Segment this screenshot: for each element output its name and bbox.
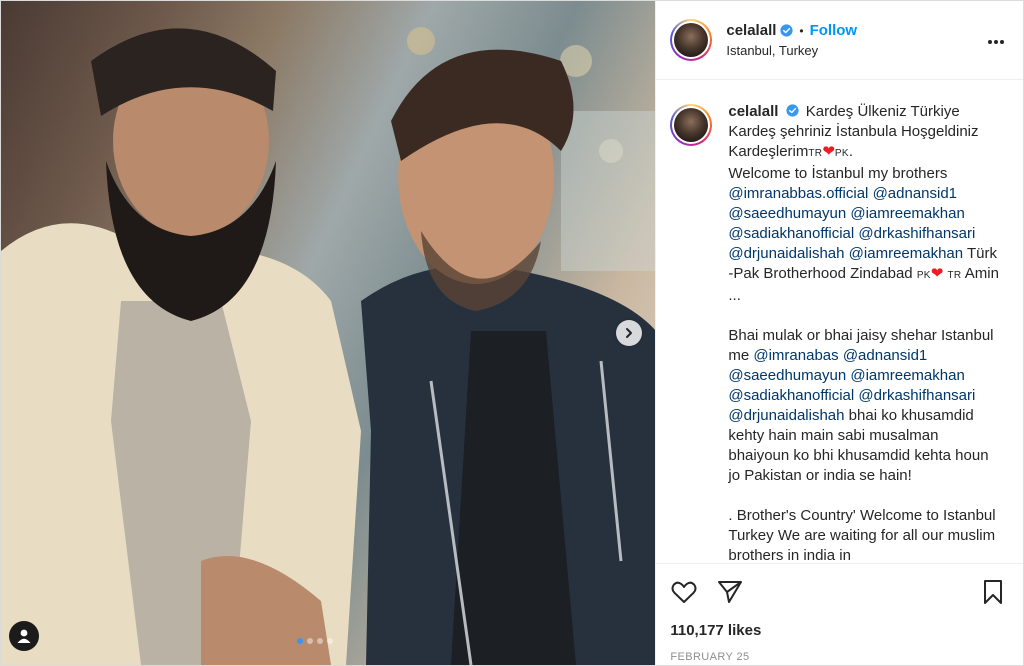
- verified-badge-icon: [785, 104, 799, 117]
- avatar[interactable]: [670, 19, 713, 62]
- carousel-indicator: [297, 638, 333, 644]
- caption-text-segment: . Brother's Country' Welcome to Istanbul…: [728, 507, 996, 563]
- caption-text-segment: Welcome to İstanbul my brothers: [728, 165, 948, 183]
- mention-link[interactable]: @sadiakhanofficial: [728, 387, 854, 404]
- comments-section[interactable]: celalall Kardeş Ülkeniz Türkiye Kardeş ş…: [656, 80, 1023, 563]
- likes-count[interactable]: 110,177 likes: [670, 622, 1007, 639]
- carousel-dot: [327, 638, 333, 644]
- share-paper-plane-icon[interactable]: [716, 578, 744, 606]
- mention-link[interactable]: @iamreemakhan: [849, 245, 963, 262]
- mention-link[interactable]: @drkashifhansari: [858, 225, 975, 242]
- next-photo-button[interactable]: [616, 320, 642, 346]
- chevron-right-icon: [626, 328, 632, 338]
- username-link[interactable]: celalall: [726, 22, 776, 39]
- mention-link[interactable]: @imranabas: [753, 347, 838, 364]
- mention-link[interactable]: @drjunaidalishah: [728, 407, 844, 424]
- mention-link[interactable]: @adnansid1: [843, 347, 927, 364]
- post-date[interactable]: FEBRUARY 25: [670, 651, 1007, 663]
- flag-emoji-icon: TR: [808, 148, 823, 160]
- action-bar: [670, 572, 1007, 612]
- mention-link[interactable]: @saeedhumayun: [728, 205, 846, 222]
- caption-username-link[interactable]: celalall: [728, 103, 778, 120]
- tagged-users-button[interactable]: [9, 621, 39, 651]
- post-header: celalall • Follow Istanbul, Turkey: [656, 1, 1023, 81]
- post-side-panel: celalall • Follow Istanbul, Turkey celal…: [655, 1, 1023, 665]
- flag-emoji-icon: PK: [834, 148, 849, 160]
- carousel-dot: [317, 638, 323, 644]
- mention-link[interactable]: @sadiakhanofficial: [728, 225, 854, 242]
- photo-scene: [1, 27, 656, 665]
- like-heart-icon[interactable]: [670, 578, 698, 606]
- mention-link[interactable]: @iamreemakhan: [850, 205, 964, 222]
- caption-content: Kardeş Ülkeniz Türkiye Kardeş şehriniz İ…: [728, 103, 999, 562]
- caption-avatar[interactable]: [670, 104, 713, 147]
- actions-area: 110,177 likes FEBRUARY 25: [656, 562, 1023, 665]
- heart-emoji-icon: ❤: [822, 143, 835, 161]
- user-icon: [17, 629, 31, 643]
- mention-link[interactable]: @iamreemakhan: [850, 367, 964, 384]
- carousel-dot: [297, 638, 303, 644]
- caption-text: celalall Kardeş Ülkeniz Türkiye Kardeş ş…: [728, 102, 1000, 562]
- flag-emoji-icon: TR: [947, 270, 962, 282]
- mention-link[interactable]: @adnansid1: [873, 185, 957, 202]
- mention-link[interactable]: @imranabbas.official: [728, 185, 868, 202]
- verified-badge-icon: [780, 24, 793, 37]
- mention-link[interactable]: @drjunaidalishah: [728, 245, 844, 262]
- carousel-dot: [307, 638, 313, 644]
- caption: celalall Kardeş Ülkeniz Türkiye Kardeş ş…: [670, 102, 1007, 563]
- location-link[interactable]: Istanbul, Turkey: [726, 43, 857, 58]
- more-options-icon[interactable]: [987, 39, 1005, 45]
- caption-text-segment: .: [848, 143, 854, 161]
- separator-dot: •: [799, 23, 804, 38]
- bookmark-icon[interactable]: [979, 578, 1007, 606]
- heart-emoji-icon: ❤: [930, 265, 944, 283]
- follow-button[interactable]: Follow: [810, 22, 858, 39]
- post-photo[interactable]: [1, 1, 656, 665]
- mention-link[interactable]: @drkashifhansari: [858, 387, 975, 404]
- instagram-post: celalall • Follow Istanbul, Turkey celal…: [0, 0, 1024, 666]
- flag-emoji-icon: PK: [916, 270, 931, 282]
- mention-link[interactable]: @saeedhumayun: [728, 367, 846, 384]
